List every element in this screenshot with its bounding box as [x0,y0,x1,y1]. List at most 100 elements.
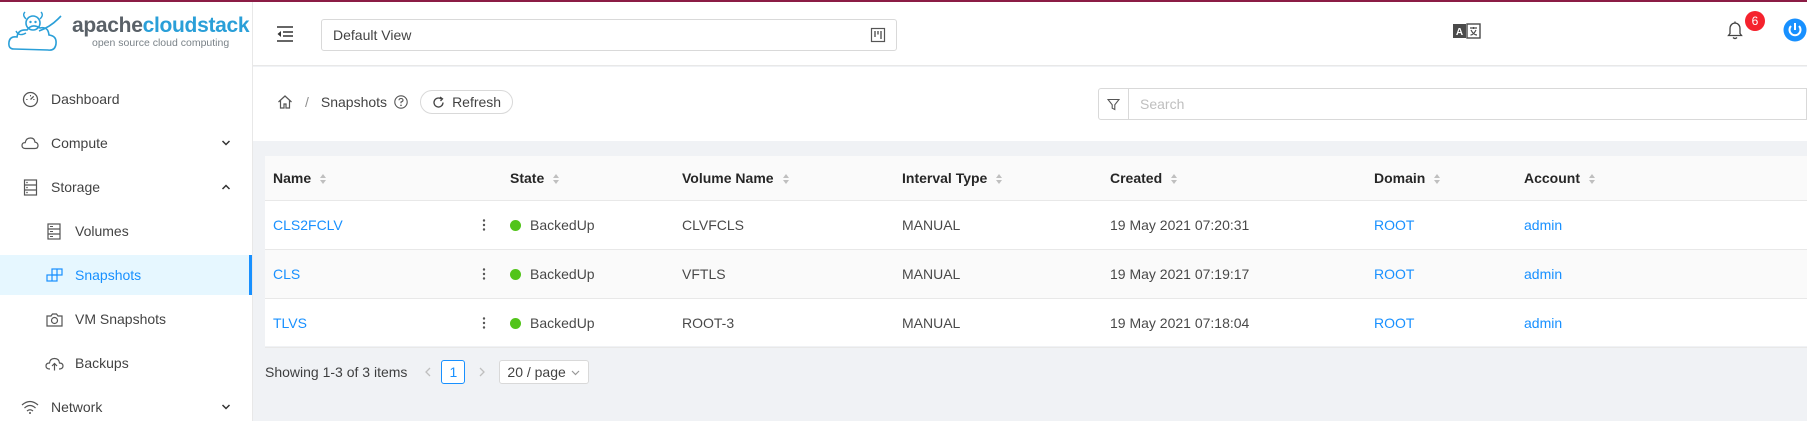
page-size-value: 20 / page [507,364,566,380]
interval-cell: MANUAL [894,298,1102,348]
camera-icon [44,309,64,329]
snapshots-table-card: Name State Volume Name Interval Type Cre… [265,156,1807,348]
state-cell: BackedUp [502,200,674,250]
cloudmonkey-logo-icon [8,11,62,51]
status-dot [510,268,521,280]
sidebar-item-compute[interactable]: Compute [0,123,252,163]
breadcrumb-separator: / [305,94,309,110]
column-header-interval-type[interactable]: Interval Type [894,156,1102,201]
sidebar-item-snapshots[interactable]: Snapshots [0,255,252,295]
snapshots-table: Name State Volume Name Interval Type Cre… [265,156,1807,348]
snapshot-name-link[interactable]: TLVS [273,315,307,331]
build-icon [44,265,64,285]
translate-icon[interactable]: A [1453,22,1481,40]
column-header-state[interactable]: State [502,156,674,201]
page-header: / Snapshots Refresh [253,67,1807,141]
sidebar-item-dashboard[interactable]: Dashboard [0,79,252,119]
column-header-account[interactable]: Account [1516,156,1807,201]
dashboard-icon [20,89,40,109]
bell-icon[interactable] [1727,21,1743,40]
volume-cell: CLVFCLS [674,200,894,250]
domain-link[interactable]: ROOT [1374,266,1414,282]
account-link[interactable]: admin [1524,217,1562,233]
state-cell: BackedUp [502,298,674,348]
snapshot-name-link[interactable]: CLS [273,266,300,282]
power-icon[interactable] [1783,18,1807,42]
table-row: TLVS BackedUp ROOT-3 MANUAL 19 May 2021 … [265,298,1807,348]
sort-icon [782,174,789,185]
account-link[interactable]: admin [1524,266,1562,282]
more-vertical-icon[interactable] [476,315,492,331]
sort-icon [320,174,327,185]
refresh-button[interactable]: Refresh [420,90,514,114]
database-icon [20,177,40,197]
breadcrumb: / Snapshots Refresh [277,90,514,114]
sort-icon [553,174,560,185]
more-vertical-icon[interactable] [476,266,492,282]
search-group [1098,88,1807,120]
snapshot-name-link[interactable]: CLS2FCLV [273,217,343,233]
chevron-down-icon [221,140,231,146]
interval-cell: MANUAL [894,200,1102,250]
page-size-select[interactable]: 20 / page [499,360,589,384]
logo-tagline: open source cloud computing [92,36,230,49]
sidebar-item-vm-snapshots[interactable]: VM Snapshots [0,299,252,339]
status-dot [510,317,521,329]
sidebar-item-label: VM Snapshots [75,311,167,327]
svg-text:A: A [1456,27,1463,38]
home-icon[interactable] [277,94,293,110]
filter-button[interactable] [1098,88,1129,120]
pagination-summary: Showing 1-3 of 3 items [265,364,408,380]
account-link[interactable]: admin [1524,315,1562,331]
sidebar-item-label: Compute [51,135,108,151]
sidebar-menu: Dashboard Compute Storage Volumes Snapsh… [0,68,252,421]
chevron-left-icon[interactable] [421,365,435,379]
cloud-upload-icon [44,353,64,373]
page-number-button[interactable]: 1 [441,360,466,384]
sidebar-item-volumes[interactable]: Volumes [0,211,252,251]
logo[interactable]: apachecloudstack open source cloud compu… [0,2,252,68]
table-row: CLS BackedUp VFTLS MANUAL 19 May 2021 07… [265,249,1807,299]
interval-cell: MANUAL [894,249,1102,299]
project-icon [870,27,886,43]
sidebar-item-backups[interactable]: Backups [0,343,252,383]
column-header-volume-name[interactable]: Volume Name [674,156,894,201]
sort-icon [1434,174,1441,185]
sort-icon [996,174,1003,185]
sidebar-item-network[interactable]: Network [0,387,252,421]
sidebar-item-storage[interactable]: Storage [0,167,252,207]
state-cell: BackedUp [502,249,674,299]
filter-icon [1107,98,1120,110]
created-cell: 19 May 2021 07:18:04 [1102,298,1366,348]
status-dot [510,219,521,231]
sidebar-item-label: Snapshots [75,267,142,283]
column-header-name[interactable]: Name [265,156,502,201]
search-input[interactable] [1129,88,1807,120]
domain-link[interactable]: ROOT [1374,315,1414,331]
created-cell: 19 May 2021 07:19:17 [1102,249,1366,299]
sidebar-item-label: Network [51,399,103,415]
volume-cell: VFTLS [674,249,894,299]
column-header-created[interactable]: Created [1102,156,1366,201]
sort-icon [1171,174,1178,185]
wifi-icon [20,397,40,417]
created-cell: 19 May 2021 07:20:31 [1102,200,1366,250]
more-vertical-icon[interactable] [476,217,492,233]
cloud-icon [20,133,40,153]
table-header-row: Name State Volume Name Interval Type Cre… [265,156,1807,201]
chevron-right-icon[interactable] [475,365,489,379]
sidebar-item-label: Storage [51,179,101,195]
refresh-label: Refresh [452,94,502,110]
chevron-down-icon [571,370,580,375]
menu-fold-icon[interactable] [275,24,295,44]
chevron-down-icon [221,404,231,410]
sort-icon [1589,174,1595,185]
volume-cell: ROOT-3 [674,298,894,348]
project-view-select[interactable]: Default View [321,19,897,51]
column-header-domain[interactable]: Domain [1366,156,1516,201]
question-circle-icon[interactable] [394,95,408,109]
sidebar-item-label: Volumes [75,223,129,239]
domain-link[interactable]: ROOT [1374,217,1414,233]
top-header: Default View A 6 [253,2,1807,66]
pagination: Showing 1-3 of 3 items 1 20 / page [265,360,589,384]
